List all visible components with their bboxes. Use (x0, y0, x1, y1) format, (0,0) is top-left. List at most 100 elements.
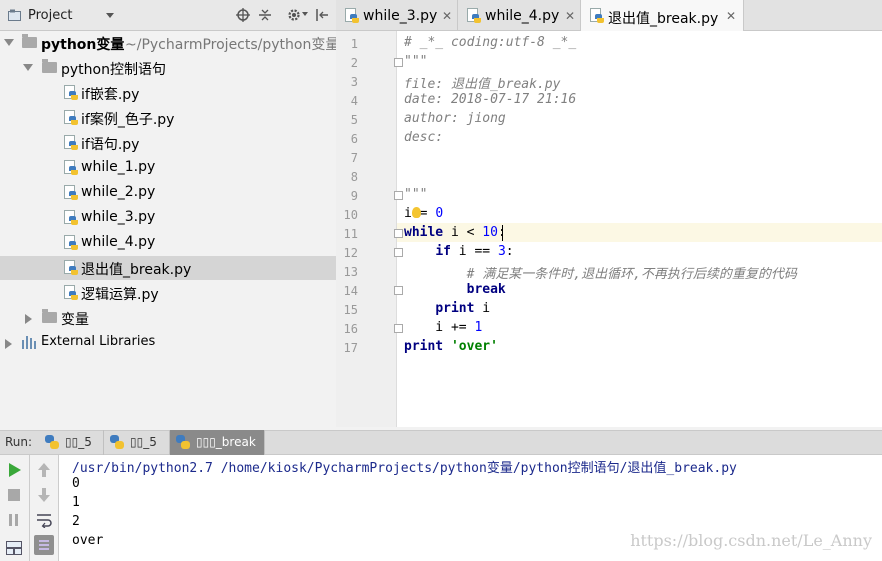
tab-label: while_3.py (363, 8, 438, 24)
python-file-icon (64, 235, 78, 250)
code-line: author: jiong (404, 111, 506, 126)
run-tab-active[interactable]: ▯▯▯_break (170, 430, 265, 455)
close-icon[interactable]: ✕ (442, 9, 452, 23)
line-number: 6 (350, 132, 358, 146)
tree-item-file[interactable]: while_4.py (0, 231, 336, 255)
layout-icon[interactable] (6, 541, 22, 555)
run-tab[interactable]: ▯▯_5 (39, 430, 104, 455)
fold-marker-icon[interactable] (394, 229, 403, 238)
tree-item-variables-folder[interactable]: 变量 (0, 306, 336, 330)
console-output-line: 1 (72, 495, 80, 510)
pause-icon[interactable] (8, 514, 20, 526)
python-icon (110, 435, 124, 449)
line-number: 4 (350, 94, 358, 108)
arrow-down-icon[interactable] (38, 488, 50, 502)
collapse-arrow-icon[interactable] (25, 314, 32, 324)
tree-item-label: if案例_色子.py (81, 112, 175, 128)
console-output-line: over (72, 533, 104, 548)
tree-item-label: python变量 (41, 37, 125, 53)
code-line: """ (404, 187, 428, 202)
tree-item-file[interactable]: while_2.py (0, 181, 336, 205)
code-line: date: 2018-07-17 21:16 (404, 92, 577, 107)
crosshair-icon[interactable] (236, 8, 250, 22)
tab-while-4[interactable]: while_4.py ✕ (458, 0, 581, 31)
close-icon[interactable]: ✕ (726, 9, 736, 23)
line-number: 17 (343, 341, 358, 355)
line-number: 12 (343, 246, 358, 260)
run-tab[interactable]: ▯▯_5 (104, 430, 170, 455)
run-toolbar-right (30, 455, 59, 561)
tree-item-label: 逻辑运算.py (81, 287, 159, 303)
tree-item-external-libraries[interactable]: External Libraries (0, 331, 336, 355)
line-number: 8 (350, 170, 358, 184)
chevron-down-icon[interactable] (106, 13, 114, 18)
line-number: 15 (343, 303, 358, 317)
expand-arrow-icon[interactable] (23, 64, 33, 71)
fold-marker-icon[interactable] (394, 191, 403, 200)
line-number: 3 (350, 75, 358, 89)
hide-panel-icon[interactable] (315, 8, 329, 22)
line-number: 7 (350, 151, 358, 165)
tree-item-file[interactable]: if嵌套.py (0, 81, 336, 105)
tab-break-file[interactable]: 退出值_break.py ✕ (581, 0, 744, 31)
python-file-icon (64, 185, 78, 200)
tree-item-file[interactable]: if案例_色子.py (0, 106, 336, 130)
python-file-icon (345, 8, 359, 23)
gear-icon[interactable] (287, 8, 301, 22)
tree-item-label: python控制语句 (61, 62, 166, 78)
code-line: break (466, 282, 506, 297)
tree-item-label: while_1.py (81, 159, 156, 175)
tree-item-file[interactable]: if语句.py (0, 131, 336, 155)
project-icon (8, 9, 21, 21)
line-number: 11 (343, 227, 358, 241)
tree-item-control-statements[interactable]: python控制语句 (0, 56, 336, 80)
code-line: i += 1 (404, 320, 483, 335)
fold-marker-icon[interactable] (394, 58, 403, 67)
arrow-up-icon[interactable] (38, 463, 50, 477)
tree-item-python-variables[interactable]: python变量 ~/PycharmProjects/python变量 (0, 31, 340, 55)
tab-label: 退出值_break.py (608, 11, 719, 27)
console-output-line: 0 (72, 476, 80, 491)
run-label: Run: (5, 435, 33, 449)
close-icon[interactable]: ✕ (565, 9, 575, 23)
python-icon (176, 435, 190, 449)
fold-marker-icon[interactable] (394, 248, 403, 257)
console-output-line: 2 (72, 514, 80, 529)
rerun-icon[interactable] (8, 463, 21, 477)
code-line: print 'over' (404, 339, 498, 354)
fold-marker-icon[interactable] (394, 324, 403, 333)
tab-while-3[interactable]: while_3.py ✕ (336, 0, 458, 31)
line-number: 16 (343, 322, 358, 336)
run-tab-label: ▯▯▯_break (196, 435, 256, 449)
tree-item-path: ~/PycharmProjects/python变量 (125, 37, 340, 53)
tree-item-file[interactable]: 逻辑运算.py (0, 281, 336, 305)
collapse-arrow-icon[interactable] (5, 339, 12, 349)
soft-wrap-icon[interactable] (36, 512, 52, 528)
project-panel-header: Project (0, 0, 336, 31)
project-view-selector[interactable]: Project (28, 8, 72, 23)
watermark: https://blog.csdn.net/Le_Anny (630, 531, 872, 550)
tree-item-label: 变量 (61, 312, 89, 328)
console-command-line: /usr/bin/python2.7 /home/kiosk/PycharmPr… (72, 461, 737, 476)
fold-marker-icon[interactable] (394, 286, 403, 295)
expand-arrow-icon[interactable] (4, 39, 14, 46)
scroll-to-end-icon[interactable] (34, 535, 54, 555)
code-line: while i < 10: (404, 225, 506, 240)
gear-dropdown-icon[interactable] (302, 12, 308, 16)
project-tree: python变量 ~/PycharmProjects/python变量 pyth… (0, 31, 340, 427)
tree-item-file[interactable]: while_3.py (0, 206, 336, 230)
tree-item-file[interactable]: while_1.py (0, 156, 336, 180)
folder-icon (22, 34, 37, 48)
tree-item-label: while_4.py (81, 234, 156, 250)
tree-item-label: External Libraries (41, 334, 156, 349)
stop-icon[interactable] (8, 489, 20, 501)
python-file-icon (64, 285, 78, 300)
code-line: # _*_ coding:utf-8 _*_ (404, 35, 577, 50)
lightbulb-icon[interactable] (412, 207, 421, 218)
line-number: 13 (343, 265, 358, 279)
line-number: 5 (350, 113, 358, 127)
collapse-all-icon[interactable] (258, 8, 272, 22)
library-icon (22, 336, 37, 349)
code-line: file: 退出值_break.py (404, 77, 561, 92)
tree-item-file-selected[interactable]: 退出值_break.py (0, 256, 336, 280)
